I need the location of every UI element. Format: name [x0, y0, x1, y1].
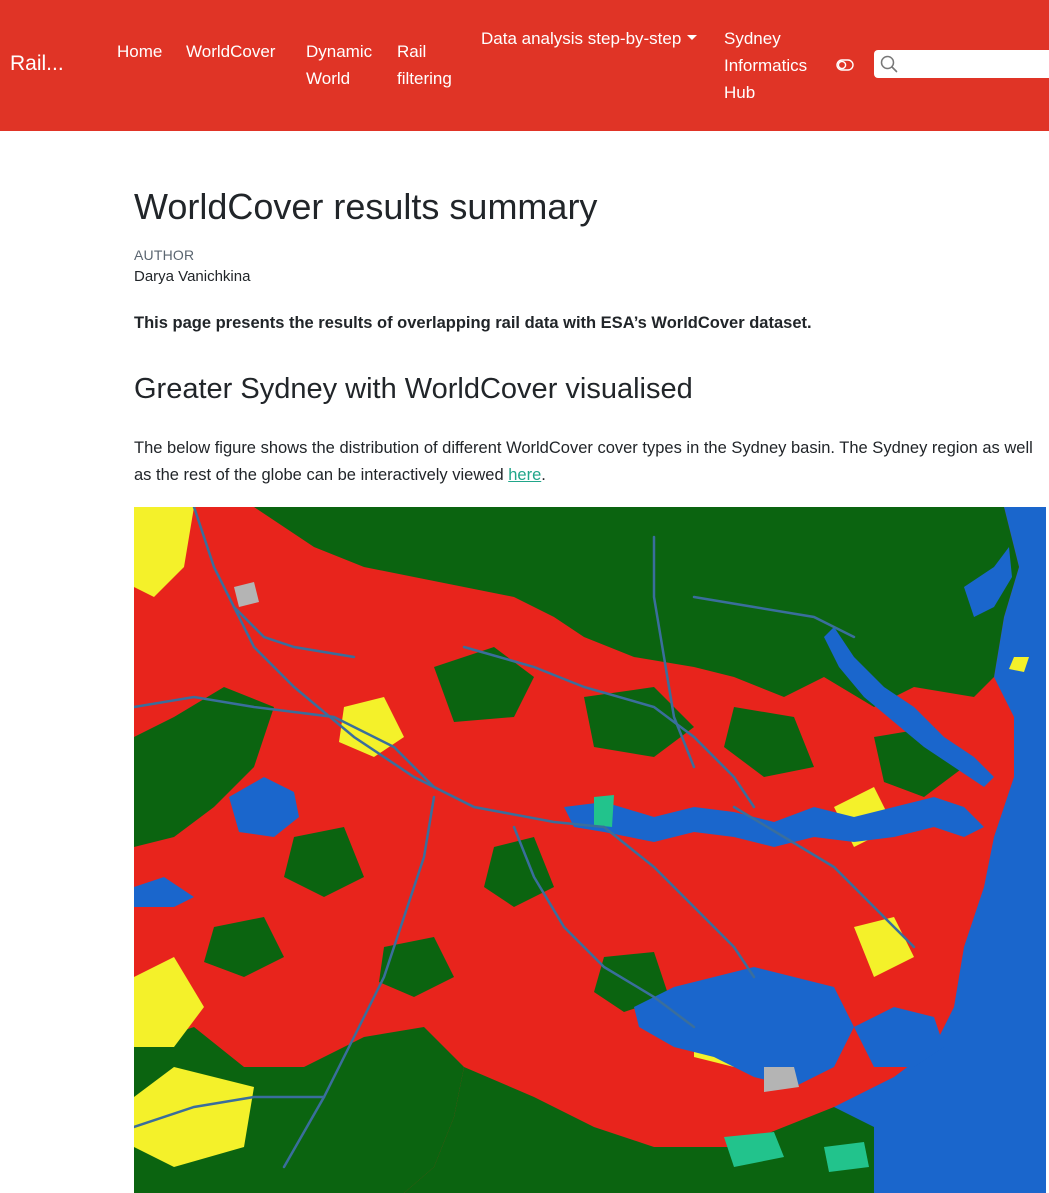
nav-dynamic-world-line1: Dynamic — [306, 42, 373, 61]
worldcover-map-image — [134, 507, 1046, 1193]
nav-dynamic-world-line2: World — [306, 69, 351, 88]
toggle-icon[interactable] — [836, 58, 854, 72]
worldcover-map-figure — [134, 507, 1046, 1193]
page-lead-text: This page presents the results of overla… — [134, 314, 812, 332]
nav-dynamic-world[interactable]: Dynamic World — [306, 38, 372, 92]
nav-sydney-informatics-hub[interactable]: Sydney Informatics Hub — [724, 25, 807, 106]
search-input[interactable] — [904, 52, 1048, 76]
author-name: Darya Vanichkina — [134, 268, 251, 285]
nav-sih-line3: Hub — [724, 83, 756, 102]
nav-sih-line1: Sydney — [724, 29, 781, 48]
search-icon — [880, 55, 898, 73]
nav-worldcover[interactable]: WorldCover — [186, 38, 275, 65]
body-text-before-link: The below figure shows the distribution … — [134, 439, 1033, 484]
search-box[interactable] — [874, 50, 1049, 78]
caret-down-icon — [687, 35, 698, 41]
section-heading: Greater Sydney with WorldCover visualise… — [134, 373, 693, 405]
nav-rail-filtering[interactable]: Rail filtering — [397, 38, 452, 92]
interactive-viewer-link[interactable]: here — [508, 466, 541, 484]
nav-data-analysis-dropdown[interactable]: Data analysis step-by-step — [481, 25, 698, 52]
body-text-after-link: . — [541, 466, 546, 484]
nav-rail-filtering-line1: Rail — [397, 42, 427, 61]
page-title: WorldCover results summary — [134, 186, 598, 227]
nav-worldcover-label: WorldCover — [186, 42, 276, 61]
nav-rail-filtering-line2: filtering — [397, 69, 452, 88]
section-body-text: The below figure shows the distribution … — [134, 435, 1046, 489]
nav-data-analysis-text: Data analysis step-by-step — [481, 29, 682, 48]
author-label: AUTHOR — [134, 247, 195, 263]
nav-home[interactable]: Home — [117, 38, 162, 65]
nav-home-label: Home — [117, 42, 163, 61]
nav-data-analysis-label: Data analysis step-by-step — [481, 25, 698, 52]
top-navbar: Rail... Home WorldCover Dynamic World Ra… — [0, 0, 1049, 131]
nav-sih-line2: Informatics — [724, 56, 808, 75]
navbar-brand[interactable]: Rail... — [10, 50, 64, 78]
